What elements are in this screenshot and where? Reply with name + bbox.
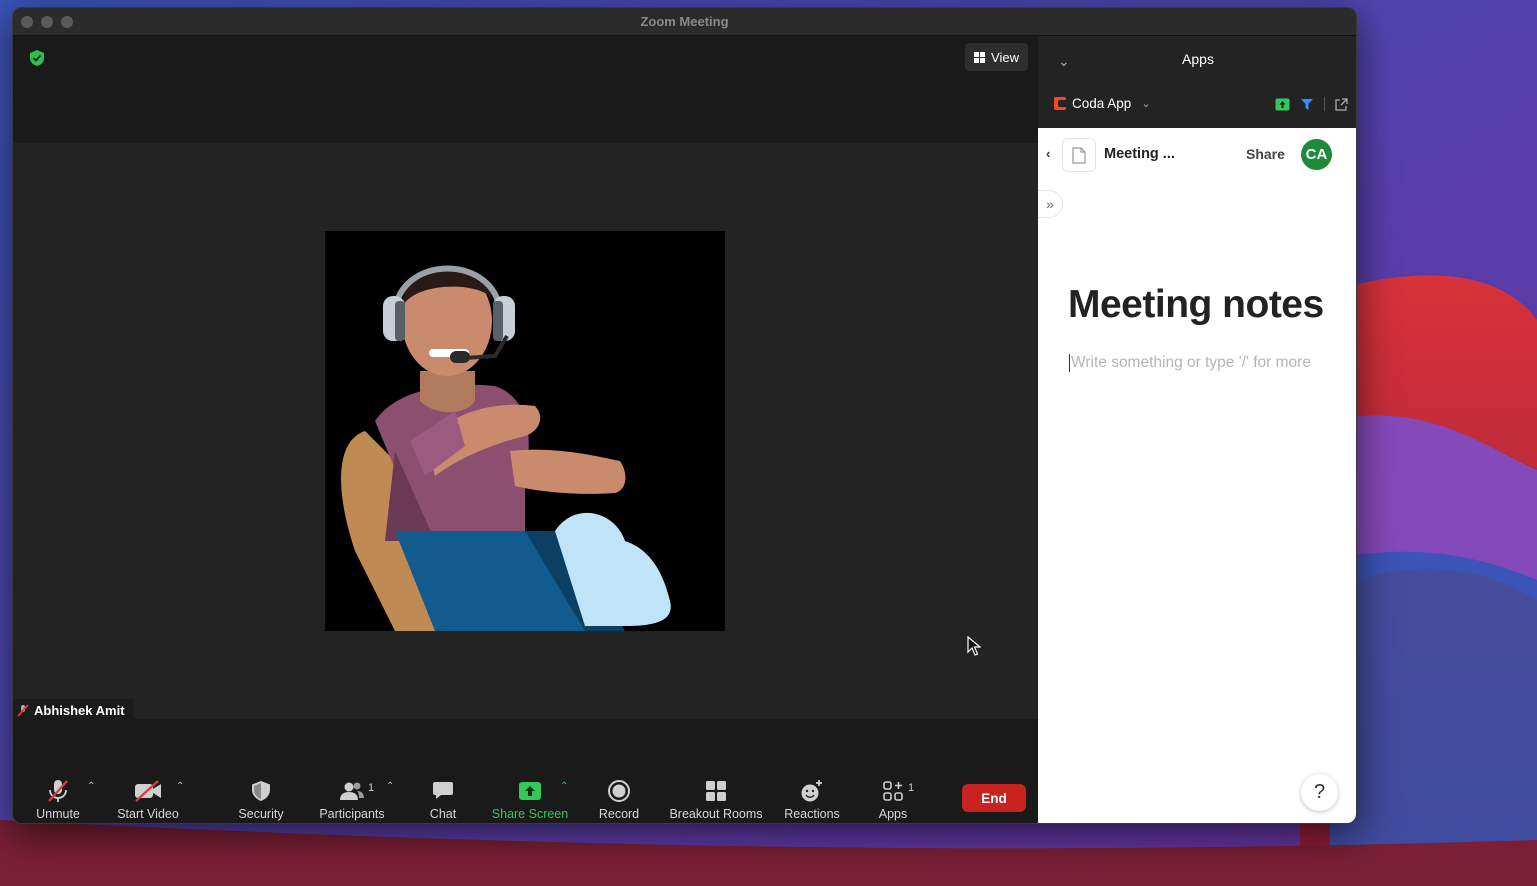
reactions-button[interactable]: Reactions bbox=[783, 772, 841, 823]
share-screen-label: Share Screen bbox=[491, 807, 569, 821]
open-external-icon[interactable] bbox=[1335, 97, 1348, 111]
share-screen-icon bbox=[519, 782, 541, 800]
unmute-label: Unmute bbox=[36, 807, 80, 821]
meeting-area: View Abhishek Amit Unmute ⌃ Start Video … bbox=[13, 36, 1038, 823]
start-video-button[interactable]: Start Video bbox=[113, 772, 183, 823]
app-actions bbox=[1275, 97, 1348, 111]
app-name: Coda App bbox=[1072, 96, 1132, 111]
end-meeting-button[interactable]: End bbox=[962, 784, 1026, 812]
participant-video-tile bbox=[325, 231, 725, 631]
participants-label: Participants bbox=[319, 807, 385, 821]
view-label: View bbox=[991, 49, 1019, 65]
window-controls bbox=[21, 16, 73, 28]
reactions-label: Reactions bbox=[784, 807, 840, 821]
coda-logo-icon bbox=[1054, 97, 1066, 110]
share-button[interactable]: Share bbox=[1246, 146, 1285, 162]
grid-view-icon bbox=[974, 51, 986, 63]
chat-bubble-icon bbox=[433, 782, 453, 799]
mic-muted-icon bbox=[48, 780, 68, 802]
shield-check-icon[interactable] bbox=[29, 49, 45, 67]
record-label: Record bbox=[598, 807, 640, 821]
app-selector[interactable]: Coda App ⌄ bbox=[1054, 96, 1151, 111]
security-button[interactable]: Security bbox=[235, 772, 287, 823]
participants-button[interactable]: Participants bbox=[317, 772, 387, 823]
page-heading[interactable]: Meeting notes bbox=[1068, 283, 1324, 327]
document-bar: ‹ Meeting ... Share CA bbox=[1038, 128, 1356, 180]
apps-label: Apps bbox=[878, 807, 908, 821]
participant-name-tag: Abhishek Amit bbox=[13, 699, 133, 721]
top-strip bbox=[13, 36, 1038, 143]
mouse-cursor-icon bbox=[967, 636, 981, 656]
security-shield-icon bbox=[252, 781, 270, 801]
audio-options-caret[interactable]: ⌃ bbox=[87, 781, 95, 792]
unmute-button[interactable]: Unmute bbox=[35, 772, 81, 823]
view-button[interactable]: View bbox=[965, 43, 1028, 71]
breakout-rooms-label: Breakout Rooms bbox=[669, 807, 763, 821]
apps-button[interactable]: Apps bbox=[877, 772, 909, 823]
breakout-rooms-button[interactable]: Breakout Rooms bbox=[669, 772, 763, 823]
participant-name: Abhishek Amit bbox=[34, 702, 125, 718]
back-arrow-icon[interactable]: ‹ bbox=[1046, 146, 1050, 161]
apps-panel-title: Apps bbox=[1182, 51, 1214, 67]
participants-icon bbox=[340, 782, 364, 800]
window-title: Zoom Meeting bbox=[640, 14, 729, 29]
user-avatar[interactable]: CA bbox=[1301, 139, 1332, 170]
reactions-icon bbox=[801, 780, 822, 802]
participants-count: 1 bbox=[368, 782, 375, 794]
video-off-icon bbox=[135, 780, 161, 802]
chevron-down-icon: ⌄ bbox=[1141, 98, 1151, 110]
minimize-window-button[interactable] bbox=[41, 16, 53, 28]
participant-avatar-illustration bbox=[341, 265, 671, 631]
record-icon bbox=[608, 780, 630, 802]
zoom-window-button[interactable] bbox=[61, 16, 73, 28]
security-label: Security bbox=[238, 807, 284, 821]
start-video-label: Start Video bbox=[117, 807, 179, 821]
share-options-caret[interactable]: ⌃ bbox=[560, 781, 568, 792]
notes-editor[interactable]: Write something or type '/' for more bbox=[1069, 354, 1311, 372]
apps-panel: ⌄ Apps Coda App ⌄ ‹ Meeting ... Share CA… bbox=[1038, 36, 1356, 823]
mic-muted-icon bbox=[17, 703, 29, 717]
close-window-button[interactable] bbox=[21, 16, 33, 28]
chat-label: Chat bbox=[429, 807, 457, 821]
meeting-toolbar: Unmute ⌃ Start Video ⌃ Security Particip… bbox=[13, 772, 1038, 823]
apps-panel-header: ⌄ Apps Coda App ⌄ bbox=[1038, 36, 1356, 128]
divider bbox=[1324, 97, 1325, 111]
breakout-rooms-icon bbox=[706, 781, 726, 801]
filter-icon[interactable] bbox=[1300, 98, 1314, 111]
video-options-caret[interactable]: ⌃ bbox=[176, 781, 184, 792]
share-screen-button[interactable]: Share Screen bbox=[491, 772, 569, 823]
participants-options-caret[interactable]: ⌃ bbox=[386, 781, 394, 792]
title-bar: Zoom Meeting bbox=[13, 8, 1356, 36]
expand-icon[interactable]: » bbox=[1038, 190, 1063, 218]
apps-icon bbox=[883, 781, 903, 801]
zoom-window: Zoom Meeting View Abhishek Amit Unmute ⌃… bbox=[12, 7, 1357, 824]
help-button[interactable]: ? bbox=[1301, 774, 1338, 811]
share-to-meeting-icon[interactable] bbox=[1275, 98, 1290, 111]
apps-count: 1 bbox=[908, 782, 915, 794]
document-icon[interactable] bbox=[1062, 138, 1096, 172]
record-button[interactable]: Record bbox=[597, 772, 641, 823]
document-title[interactable]: Meeting ... bbox=[1104, 146, 1175, 162]
chat-button[interactable]: Chat bbox=[428, 772, 458, 823]
